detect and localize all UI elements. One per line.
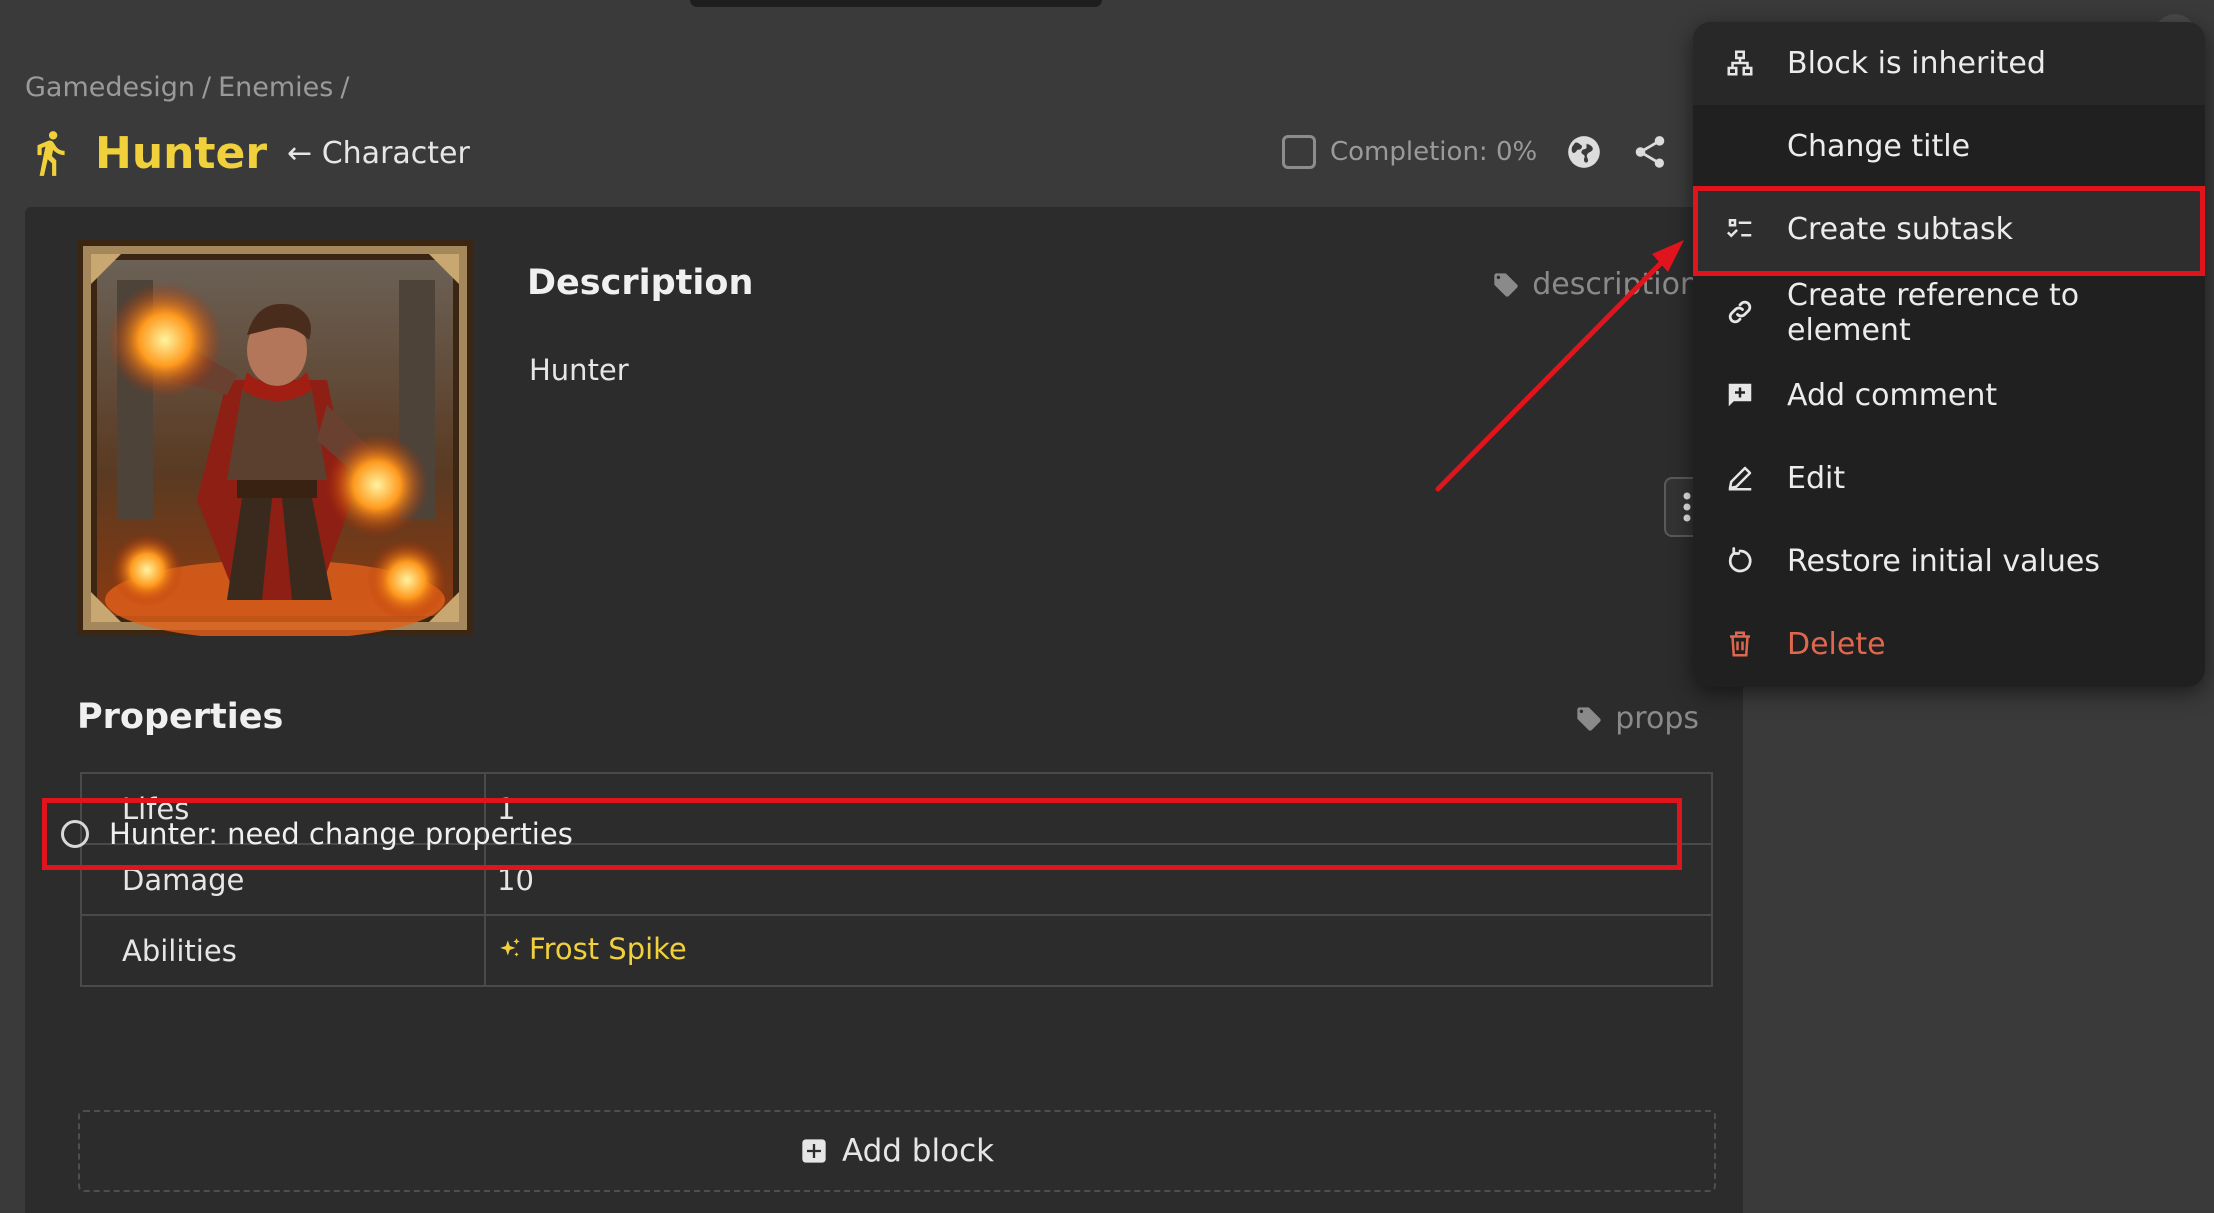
menu-item-block-inherited[interactable]: Block is inherited [1693, 22, 2205, 105]
add-block-label: Add block [841, 1133, 995, 1169]
pencil-icon [1728, 466, 1752, 491]
context-menu: Block is inherited Change title Create s… [1693, 22, 2205, 687]
properties-heading: Properties [77, 697, 284, 737]
title-row: Hunter ← Character [25, 120, 470, 186]
menu-item-label: Block is inherited [1787, 46, 2046, 81]
plus-square-icon [802, 1139, 826, 1163]
breadcrumb-separator: / [340, 72, 350, 103]
menu-item-label: Create reference to element [1787, 277, 2080, 348]
menu-item-create-reference[interactable]: Create reference to element [1693, 271, 2205, 354]
menu-item-add-comment[interactable]: Add comment [1693, 354, 2205, 437]
menu-item-label: Edit [1787, 461, 1846, 496]
subtask-label: Hunter: need change properties [109, 817, 573, 851]
description-tag[interactable]: description [1492, 267, 1699, 302]
content-panel: Description description Hunter Propertie… [25, 207, 1743, 1213]
add-block-button[interactable]: Add block [78, 1110, 1716, 1192]
menu-item-change-title[interactable]: Change title [1693, 105, 2205, 188]
description-tag-label: description [1532, 267, 1699, 302]
completion-checkbox[interactable] [1282, 135, 1316, 169]
globe-icon[interactable] [1565, 133, 1603, 171]
restore-icon [1728, 547, 1752, 573]
trash-icon [1730, 631, 1750, 657]
description-heading: Description [527, 263, 754, 303]
property-key: Abilities [80, 914, 486, 987]
subtask-status-circle[interactable] [61, 820, 89, 848]
menu-item-restore-initial-values[interactable]: Restore initial values [1693, 520, 2205, 603]
breadcrumb-item-enemies[interactable]: Enemies [218, 72, 333, 103]
hierarchy-icon [1727, 50, 1753, 76]
sparkle-icon [500, 938, 520, 957]
comment-add-icon [1728, 383, 1752, 407]
header-tools: Completion: 0% [1282, 130, 1669, 174]
tag-icon [1494, 272, 1518, 297]
tag-icon [1577, 706, 1601, 731]
ability-link[interactable]: Frost Spike [497, 932, 687, 966]
breadcrumb-item-gamedesign[interactable]: Gamedesign [25, 72, 195, 103]
ability-name: Frost Spike [529, 932, 687, 966]
table-row: Abilities Frost Spike [80, 914, 1713, 987]
page-title: Hunter [95, 127, 268, 179]
description-text[interactable]: Hunter [529, 353, 629, 387]
properties-tag[interactable]: props [1575, 701, 1699, 736]
properties-tag-label: props [1615, 701, 1699, 736]
link-icon [1728, 300, 1752, 324]
breadcrumb: Gamedesign / Enemies / [25, 72, 356, 103]
menu-item-label: Restore initial values [1787, 544, 2100, 579]
breadcrumb-separator: / [201, 72, 212, 103]
more-vertical-icon [1683, 492, 1691, 522]
share-icon[interactable] [1631, 133, 1669, 171]
subtask-item[interactable]: Hunter: need change properties [42, 798, 1682, 870]
walking-person-icon [37, 131, 65, 176]
menu-item-edit[interactable]: Edit [1693, 437, 2205, 520]
menu-item-label: Change title [1787, 129, 1971, 164]
top-bar-notch [690, 0, 1102, 7]
hunter-portrait-image[interactable] [77, 240, 473, 636]
menu-highlight-annotation [1693, 186, 2205, 276]
menu-item-label: Add comment [1787, 378, 1998, 413]
menu-item-label: Delete [1787, 627, 1886, 662]
completion-label: Completion: 0% [1330, 137, 1538, 167]
property-value: Frost Spike [484, 914, 1713, 987]
parent-type-link[interactable]: ← Character [287, 136, 470, 171]
menu-item-delete[interactable]: Delete [1693, 603, 2205, 686]
